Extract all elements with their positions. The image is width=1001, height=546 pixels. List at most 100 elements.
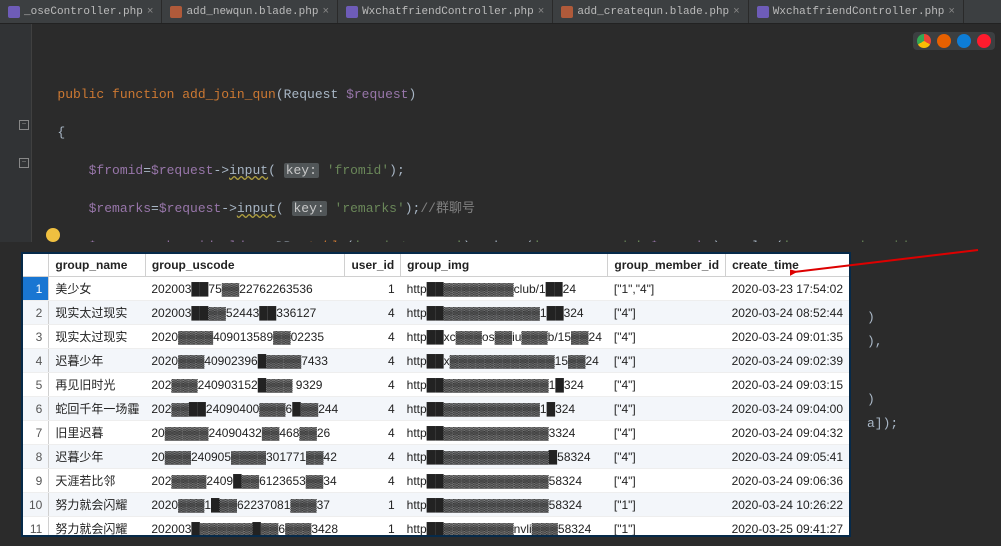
cell-rownum: 2 <box>23 301 49 325</box>
col-rownum[interactable] <box>23 254 49 277</box>
cell-rownum: 3 <box>23 325 49 349</box>
cell-group_uscode: 2020▓▓▓1█▓▓62237081▓▓▓37 <box>145 493 345 517</box>
table-row[interactable]: 7旧里迟暮20▓▓▓▓▓24090432▓▓468▓▓264http██▓▓▓▓… <box>23 421 849 445</box>
col-user_id[interactable]: user_id <box>345 254 401 277</box>
cell-create_time: 2020-03-23 17:54:02 <box>726 277 849 301</box>
tab-label: WxchatfriendController.php <box>362 6 534 18</box>
cell-user_id: 1 <box>345 493 401 517</box>
table-row[interactable]: 8迟暮少年20▓▓▓240905▓▓▓▓301771▓▓424http██▓▓▓… <box>23 445 849 469</box>
cell-create_time: 2020-03-24 09:05:41 <box>726 445 849 469</box>
cell-group_uscode: 202▓▓██24090400▓▓▓6█▓▓244 <box>145 397 345 421</box>
cell-group_uscode: 20▓▓▓240905▓▓▓▓301771▓▓42 <box>145 445 345 469</box>
cell-group_uscode: 202003██75▓▓22762263536 <box>145 277 345 301</box>
table-row[interactable]: 4迟暮少年2020▓▓▓40902396█▓▓▓▓74334http██x▓▓▓… <box>23 349 849 373</box>
cell-group_name: 迟暮少年 <box>49 445 146 469</box>
col-group_img[interactable]: group_img <box>401 254 608 277</box>
col-group_uscode[interactable]: group_uscode <box>145 254 345 277</box>
cell-user_id: 4 <box>345 421 401 445</box>
cell-group_img: http██▓▓▓▓▓▓▓▓▓▓▓▓1█324 <box>401 373 608 397</box>
table-row[interactable]: 10努力就会闪耀2020▓▓▓1█▓▓62237081▓▓▓371http██▓… <box>23 493 849 517</box>
cell-create_time: 2020-03-24 10:26:22 <box>726 493 849 517</box>
table-row[interactable]: 5再见旧时光202▓▓▓240903152█▓▓▓ 93294http██▓▓▓… <box>23 373 849 397</box>
cell-rownum: 10 <box>23 493 49 517</box>
cell-group_uscode: 202▓▓▓▓2409█▓▓6123653▓▓34 <box>145 469 345 493</box>
cell-group_img: http██▓▓▓▓▓▓▓▓▓▓▓▓3324 <box>401 421 608 445</box>
table-row[interactable]: 6蛇回千年一场霾202▓▓██24090400▓▓▓6█▓▓2444http██… <box>23 397 849 421</box>
cell-group_member_id: ["4"] <box>608 469 726 493</box>
close-icon[interactable]: × <box>322 6 329 18</box>
col-create_time[interactable]: create_time <box>726 254 849 277</box>
cell-rownum: 11 <box>23 517 49 538</box>
table-row[interactable]: 1美少女202003██75▓▓227622635361http██▓▓▓▓▓▓… <box>23 277 849 301</box>
cell-rownum: 5 <box>23 373 49 397</box>
code-line: { <box>34 123 1001 142</box>
cell-group_member_id: ["1","4"] <box>608 277 726 301</box>
editor-gutter: − − <box>0 24 32 242</box>
cell-group_name: 努力就会闪耀 <box>49 517 146 538</box>
cell-create_time: 2020-03-24 09:03:15 <box>726 373 849 397</box>
table-row[interactable]: 3现实太过现实2020▓▓▓▓409013589▓▓022354http██xc… <box>23 325 849 349</box>
cell-group_uscode: 202003█▓▓▓▓▓▓█▓▓6▓▓▓3428 <box>145 517 345 538</box>
cell-create_time: 2020-03-24 09:04:32 <box>726 421 849 445</box>
col-group_name[interactable]: group_name <box>49 254 146 277</box>
cell-group_name: 现实太过现实 <box>49 325 146 349</box>
tab-2[interactable]: WxchatfriendController.php × <box>338 0 553 23</box>
cell-group_member_id: ["4"] <box>608 373 726 397</box>
php-file-icon <box>346 6 358 18</box>
cell-rownum: 1 <box>23 277 49 301</box>
cell-group_img: http██▓▓▓▓▓▓▓▓nvli▓▓▓58324 <box>401 517 608 538</box>
cell-user_id: 4 <box>345 445 401 469</box>
php-file-icon <box>8 6 20 18</box>
php-file-icon <box>757 6 769 18</box>
cell-group_uscode: 202003██▓▓52443██336127 <box>145 301 345 325</box>
cell-group_name: 努力就会闪耀 <box>49 493 146 517</box>
table-row[interactable]: 2现实太过现实202003██▓▓52443██3361274http██▓▓▓… <box>23 301 849 325</box>
cell-create_time: 2020-03-24 08:52:44 <box>726 301 849 325</box>
close-icon[interactable]: × <box>733 6 740 18</box>
cell-rownum: 7 <box>23 421 49 445</box>
cell-group_img: http██xc▓▓▓os▓▓iu▓▓▓b/15▓▓24 <box>401 325 608 349</box>
tab-4[interactable]: WxchatfriendController.php× <box>749 0 964 23</box>
cell-group_name: 旧里迟暮 <box>49 421 146 445</box>
cell-group_name: 天涯若比邻 <box>49 469 146 493</box>
tab-label: add_createqun.blade.php <box>577 6 729 18</box>
cell-group_member_id: ["4"] <box>608 445 726 469</box>
cell-group_img: http██▓▓▓▓▓▓▓▓▓▓▓1██324 <box>401 301 608 325</box>
close-icon[interactable]: × <box>147 6 154 18</box>
cell-group_member_id: ["1"] <box>608 493 726 517</box>
db-table-popup[interactable]: group_name group_uscode user_id group_im… <box>21 252 851 537</box>
cell-group_name: 蛇回千年一场霾 <box>49 397 146 421</box>
table-row[interactable]: 11努力就会闪耀202003█▓▓▓▓▓▓█▓▓6▓▓▓34281http██▓… <box>23 517 849 538</box>
intent-bulb-icon[interactable] <box>46 228 60 242</box>
close-icon[interactable]: × <box>538 6 545 18</box>
table-row[interactable]: 9天涯若比邻202▓▓▓▓2409█▓▓6123653▓▓344http██▓▓… <box>23 469 849 493</box>
code-editor[interactable]: − − public function add_join_qun(Request… <box>0 24 1001 242</box>
tab-0[interactable]: _oseController.php × <box>0 0 162 23</box>
cell-user_id: 4 <box>345 373 401 397</box>
fold-mark-icon[interactable]: − <box>19 120 29 130</box>
cell-user_id: 1 <box>345 517 401 538</box>
cell-group_name: 迟暮少年 <box>49 349 146 373</box>
blade-file-icon <box>561 6 573 18</box>
cell-rownum: 9 <box>23 469 49 493</box>
cell-group_member_id: ["4"] <box>608 421 726 445</box>
cell-create_time: 2020-03-24 09:02:39 <box>726 349 849 373</box>
cell-group_uscode: 202▓▓▓240903152█▓▓▓ 9329 <box>145 373 345 397</box>
col-group_member_id[interactable]: group_member_id <box>608 254 726 277</box>
cell-group_img: http██▓▓▓▓▓▓▓▓▓▓▓▓58324 <box>401 469 608 493</box>
cell-group_member_id: ["4"] <box>608 349 726 373</box>
cell-group_img: http██▓▓▓▓▓▓▓▓▓▓▓▓58324 <box>401 493 608 517</box>
tab-1[interactable]: add_newqun.blade.php× <box>162 0 338 23</box>
cell-group_name: 再见旧时光 <box>49 373 146 397</box>
cell-user_id: 4 <box>345 301 401 325</box>
cell-group_name: 美少女 <box>49 277 146 301</box>
cell-group_img: http██▓▓▓▓▓▓▓▓club/1██24 <box>401 277 608 301</box>
fold-mark-icon[interactable]: − <box>19 158 29 168</box>
close-icon[interactable]: × <box>948 6 955 18</box>
editor-tabs: _oseController.php × add_newqun.blade.php… <box>0 0 1001 24</box>
cell-create_time: 2020-03-24 09:04:00 <box>726 397 849 421</box>
tab-label: _oseController.php <box>24 6 143 18</box>
overflow-code: ) ), ) a]); <box>861 252 1001 537</box>
tab-3[interactable]: add_createqun.blade.php × <box>553 0 748 23</box>
cell-group_uscode: 20▓▓▓▓▓24090432▓▓468▓▓26 <box>145 421 345 445</box>
